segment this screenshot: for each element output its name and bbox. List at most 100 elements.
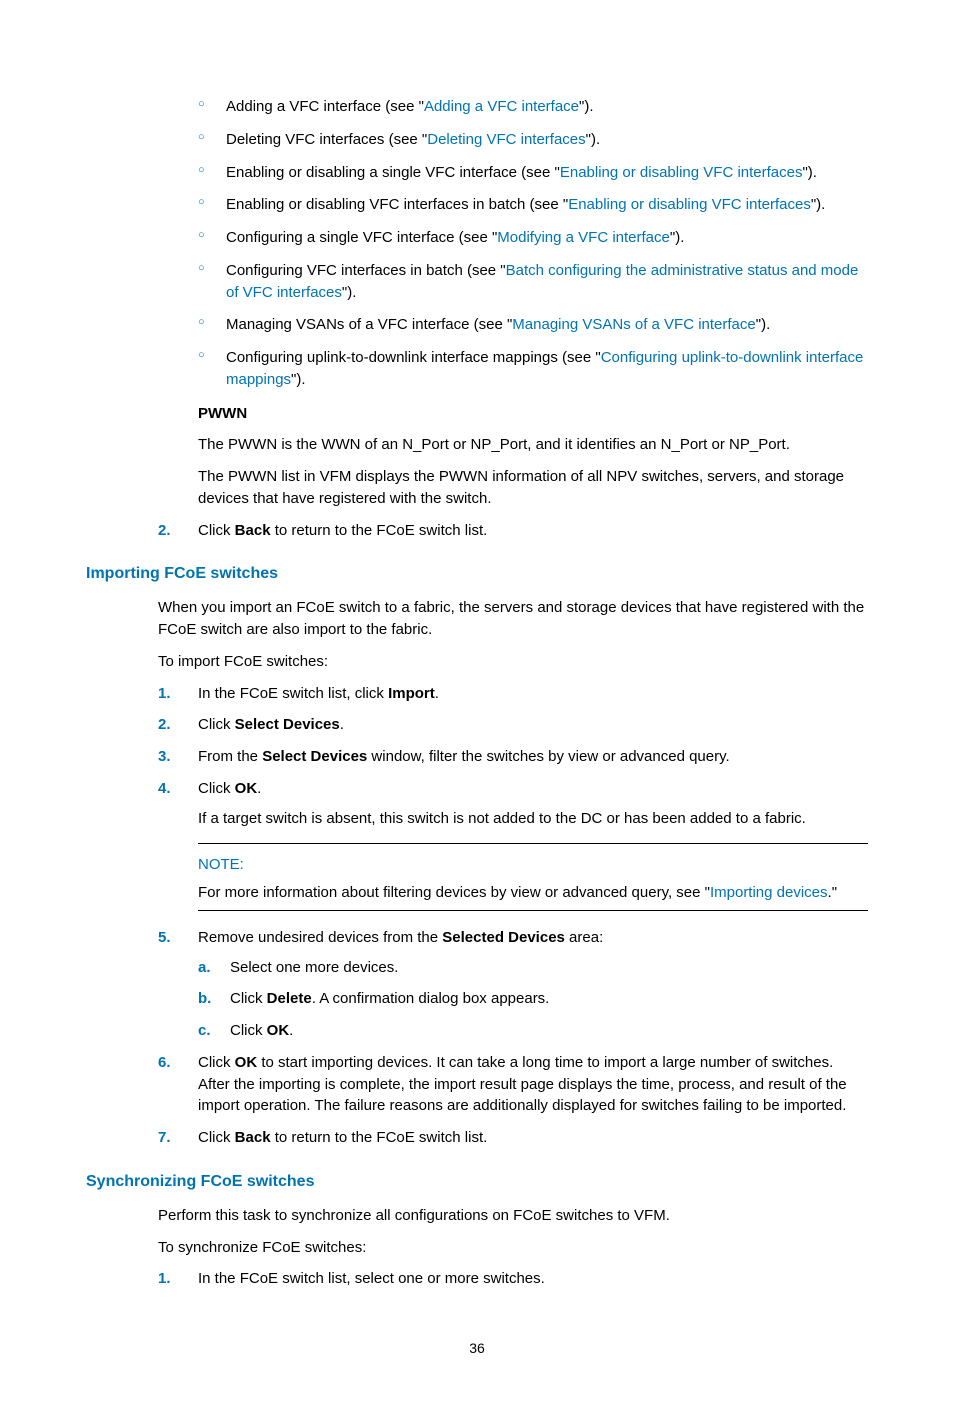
sync-body: Perform this task to synchronize all con… <box>158 1205 868 1290</box>
list-item: Configuring VFC interfaces in batch (see… <box>198 260 868 304</box>
text: . <box>257 780 261 797</box>
text: Remove undesired devices from the <box>198 929 442 946</box>
list-item: Configuring uplink-to-downlink interface… <box>198 347 868 391</box>
list-item: 7. Click Back to return to the FCoE swit… <box>158 1127 868 1149</box>
pwwn-text-1: The PWWN is the WWN of an N_Port or NP_P… <box>198 434 868 456</box>
text: . <box>435 685 439 702</box>
text: Click <box>198 1054 235 1071</box>
link-enable-batch-vfc[interactable]: Enabling or disabling VFC interfaces <box>568 196 811 213</box>
text: Configuring uplink-to-downlink interface… <box>226 349 601 366</box>
list-item: 1. In the FCoE switch list, click Import… <box>158 683 868 705</box>
page-content: Adding a VFC interface (see "Adding a VF… <box>0 0 954 1416</box>
importing-steps: 1. In the FCoE switch list, click Import… <box>158 683 868 1149</box>
note-block: NOTE: For more information about filteri… <box>198 843 868 911</box>
text: Enabling or disabling a single VFC inter… <box>226 164 560 181</box>
step-number: 1. <box>158 683 171 705</box>
list-item: Adding a VFC interface (see "Adding a VF… <box>198 96 868 118</box>
text: ." <box>828 884 838 901</box>
import-label: Import <box>388 685 435 702</box>
step-number: 4. <box>158 778 171 800</box>
list-item: 4. Click OK. If a target switch is absen… <box>158 778 868 911</box>
list-item: 2. Click Back to return to the FCoE swit… <box>158 520 868 542</box>
sync-intro: Perform this task to synchronize all con… <box>158 1205 868 1227</box>
substep-marker: b. <box>198 988 211 1010</box>
text: "). <box>579 98 594 115</box>
text: Click <box>198 780 235 797</box>
step-number: 6. <box>158 1052 171 1074</box>
link-importing-devices[interactable]: Importing devices <box>710 884 828 901</box>
text: . A confirmation dialog box appears. <box>312 990 550 1007</box>
step-number: 5. <box>158 927 171 949</box>
text: "). <box>291 371 306 388</box>
ok-label: OK <box>235 780 258 797</box>
text: From the <box>198 748 262 765</box>
text: Click <box>198 1129 235 1146</box>
text: Configuring a single VFC interface (see … <box>226 229 497 246</box>
note-body: For more information about filtering dev… <box>198 882 868 911</box>
selected-devices-label: Selected Devices <box>442 929 565 946</box>
list-item: b. Click Delete. A confirmation dialog b… <box>198 988 868 1010</box>
link-modify-vfc[interactable]: Modifying a VFC interface <box>497 229 670 246</box>
text: "). <box>802 164 817 181</box>
link-adding-vfc[interactable]: Adding a VFC interface <box>424 98 579 115</box>
text: Managing VSANs of a VFC interface (see " <box>226 316 512 333</box>
list-item: Enabling or disabling a single VFC inter… <box>198 162 868 184</box>
text: Click <box>198 522 235 539</box>
text: . <box>289 1022 293 1039</box>
text: In the FCoE switch list, click <box>198 685 388 702</box>
vfc-actions-list: Adding a VFC interface (see "Adding a VF… <box>198 96 868 391</box>
list-item: 1. In the FCoE switch list, select one o… <box>158 1268 868 1290</box>
text: to start importing devices. It can take … <box>198 1054 847 1115</box>
back-label: Back <box>235 1129 271 1146</box>
text: Select one more devices. <box>230 959 398 976</box>
list-item: 2. Click Select Devices. <box>158 714 868 736</box>
text: area: <box>565 929 603 946</box>
list-item: c. Click OK. <box>198 1020 868 1042</box>
step-number: 7. <box>158 1127 171 1149</box>
list-item: 6. Click OK to start importing devices. … <box>158 1052 868 1117</box>
page-number: 36 <box>86 1340 868 1356</box>
vfc-actions-list-wrapper: Adding a VFC interface (see "Adding a VF… <box>198 96 868 510</box>
text: Adding a VFC interface (see " <box>226 98 424 115</box>
text: Enabling or disabling VFC interfaces in … <box>226 196 568 213</box>
step-number: 2. <box>158 714 171 736</box>
sync-steps: 1. In the FCoE switch list, select one o… <box>158 1268 868 1290</box>
text: Configuring VFC interfaces in batch (see… <box>226 262 506 279</box>
step-2-block: 2. Click Back to return to the FCoE swit… <box>158 520 868 542</box>
link-deleting-vfc[interactable]: Deleting VFC interfaces <box>427 131 585 148</box>
link-enable-single-vfc[interactable]: Enabling or disabling VFC interfaces <box>560 164 803 181</box>
importing-intro: When you import an FCoE switch to a fabr… <box>158 597 868 641</box>
text: to return to the FCoE switch list. <box>271 522 488 539</box>
list-item: Deleting VFC interfaces (see "Deleting V… <box>198 129 868 151</box>
pwwn-text-2: The PWWN list in VFM displays the PWWN i… <box>198 466 868 510</box>
select-devices-label: Select Devices <box>235 716 340 733</box>
substep-marker: a. <box>198 957 211 979</box>
importing-lead: To import FCoE switches: <box>158 651 868 673</box>
text: Click <box>230 1022 267 1039</box>
text: to return to the FCoE switch list. <box>271 1129 488 1146</box>
text: "). <box>586 131 601 148</box>
text: "). <box>670 229 685 246</box>
list-item: Enabling or disabling VFC interfaces in … <box>198 194 868 216</box>
step-number: 3. <box>158 746 171 768</box>
select-devices-window-label: Select Devices <box>262 748 367 765</box>
step4-extra: If a target switch is absent, this switc… <box>198 808 868 830</box>
text: Click <box>198 716 235 733</box>
delete-label: Delete <box>267 990 312 1007</box>
note-label: NOTE: <box>198 854 868 876</box>
importing-body: When you import an FCoE switch to a fabr… <box>158 597 868 1149</box>
ok-label: OK <box>267 1022 290 1039</box>
text: For more information about filtering dev… <box>198 884 710 901</box>
back-label: Back <box>235 522 271 539</box>
text: Click <box>230 990 267 1007</box>
text: "). <box>811 196 826 213</box>
link-manage-vsans[interactable]: Managing VSANs of a VFC interface <box>512 316 755 333</box>
text: "). <box>756 316 771 333</box>
text: window, filter the switches by view or a… <box>367 748 729 765</box>
text: Deleting VFC interfaces (see " <box>226 131 427 148</box>
list-item: Configuring a single VFC interface (see … <box>198 227 868 249</box>
text: . <box>340 716 344 733</box>
list-item: 3. From the Select Devices window, filte… <box>158 746 868 768</box>
list-item: 5. Remove undesired devices from the Sel… <box>158 927 868 1042</box>
step-number: 1. <box>158 1268 171 1290</box>
